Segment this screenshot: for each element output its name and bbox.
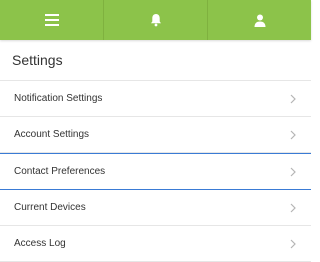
menu-item-current-devices[interactable]: Current Devices <box>0 190 311 226</box>
chevron-right-icon <box>290 94 296 103</box>
menu-item-label: Account Settings <box>14 129 90 140</box>
top-navigation-bar <box>0 0 311 40</box>
menu-item-label: Contact Preferences <box>14 166 106 177</box>
menu-item-label: Access Log <box>14 238 66 249</box>
chevron-right-icon <box>290 203 296 212</box>
settings-header: Settings <box>0 40 311 81</box>
app-screen: Settings Notification Settings Account S… <box>0 0 311 262</box>
menu-tab[interactable] <box>0 0 104 40</box>
menu-item-notification-settings[interactable]: Notification Settings <box>0 81 311 117</box>
hamburger-menu-icon[interactable] <box>44 14 59 26</box>
user-icon[interactable] <box>254 14 266 27</box>
chevron-right-icon <box>290 130 296 139</box>
profile-tab[interactable] <box>208 0 311 40</box>
menu-item-label: Current Devices <box>14 202 86 213</box>
settings-menu: Notification Settings Account Settings C… <box>0 81 311 262</box>
bell-icon[interactable] <box>150 13 162 27</box>
chevron-right-icon <box>290 239 296 248</box>
menu-item-account-settings[interactable]: Account Settings <box>0 117 311 153</box>
chevron-right-icon <box>290 167 296 176</box>
menu-item-access-log[interactable]: Access Log <box>0 226 311 262</box>
page-title: Settings <box>12 52 63 68</box>
notifications-tab[interactable] <box>104 0 208 40</box>
menu-item-label: Notification Settings <box>14 93 103 104</box>
menu-item-contact-preferences[interactable]: Contact Preferences <box>0 153 311 190</box>
